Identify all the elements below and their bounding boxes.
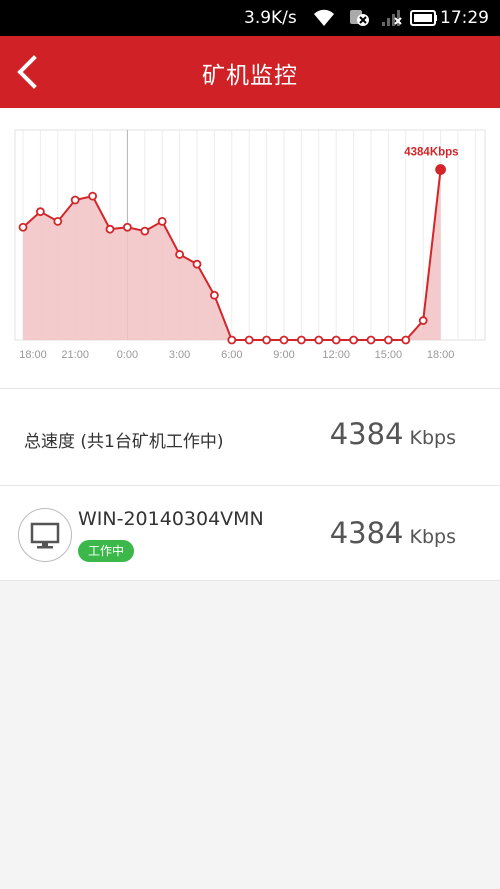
status-badge: 工作中: [78, 540, 135, 562]
x-tick-label: 12:00: [322, 349, 350, 361]
x-tick-label: 3:00: [169, 349, 190, 361]
data-point: [175, 250, 185, 259]
x-tick-label: 9:00: [273, 349, 294, 361]
status-bar: 3.9K/s 17:29: [0, 0, 500, 36]
latest-value-label: 4384Kbps: [404, 147, 458, 159]
total-speed-unit: Kbps: [409, 427, 456, 449]
data-point: [227, 335, 237, 345]
miner-speed-unit: Kbps: [409, 526, 456, 548]
total-speed: 4384 Kbps: [330, 417, 456, 451]
data-point: [18, 222, 28, 232]
clock: 17:29: [440, 8, 489, 28]
wifi-icon: [314, 9, 334, 26]
data-point: [36, 207, 45, 217]
data-point: [279, 335, 289, 345]
page-title: 矿机监控: [202, 63, 298, 89]
battery-icon: [410, 10, 437, 26]
speed-chart: 4384Kbps 18:00 21:00 0:00 3:00 6:00 9:00 12:00 1…: [14, 129, 486, 361]
miner-list-item[interactable]: WIN-20140304VMN 工作中 4384 Kbps: [0, 486, 500, 581]
data-point: [157, 216, 167, 226]
latest-point: [435, 164, 447, 175]
data-point: [331, 335, 341, 345]
data-point: [88, 191, 97, 201]
data-point: [314, 335, 324, 345]
data-point: [192, 259, 202, 269]
data-point: [401, 335, 411, 345]
x-tick-label: 18:00: [427, 349, 455, 361]
data-point: [140, 226, 150, 236]
data-point: [262, 335, 272, 345]
data-point: [383, 335, 393, 345]
data-point: [105, 224, 115, 234]
x-tick-label: 0:00: [117, 349, 138, 361]
x-tick-label: 15:00: [375, 349, 403, 361]
x-tick-label: 21:00: [61, 349, 89, 361]
total-speed-label: 总速度 (共1台矿机工作中): [24, 432, 224, 452]
miner-speed-value: 4384: [329, 516, 404, 550]
data-point: [53, 216, 63, 226]
data-point: [209, 290, 219, 300]
data-point: [349, 335, 359, 345]
network-speed: 3.9K/s: [244, 8, 297, 28]
data-point: [366, 335, 376, 345]
signal-icon: [382, 10, 402, 26]
x-tick-label: 6:00: [221, 349, 242, 361]
sim-status-icon: [350, 10, 369, 26]
data-point: [244, 335, 254, 345]
miner-avatar: [18, 508, 72, 562]
monitor-icon: [30, 522, 60, 549]
total-speed-value: 4384: [329, 417, 404, 451]
miner-speed: 4384 Kbps: [330, 516, 456, 550]
total-speed-row: 总速度 (共1台矿机工作中) 4384 Kbps: [0, 389, 500, 486]
data-point: [296, 335, 306, 345]
speed-chart-panel: 4384Kbps 18:00 21:00 0:00 3:00 6:00 9:00 12:00 1…: [0, 108, 500, 389]
data-point: [123, 222, 132, 232]
miner-name: WIN-20140304VMN: [78, 508, 264, 530]
app-bar: 矿机监控: [0, 36, 500, 108]
data-point: [70, 195, 80, 205]
data-point: [418, 316, 428, 325]
x-tick-label: 18:00: [19, 349, 47, 361]
